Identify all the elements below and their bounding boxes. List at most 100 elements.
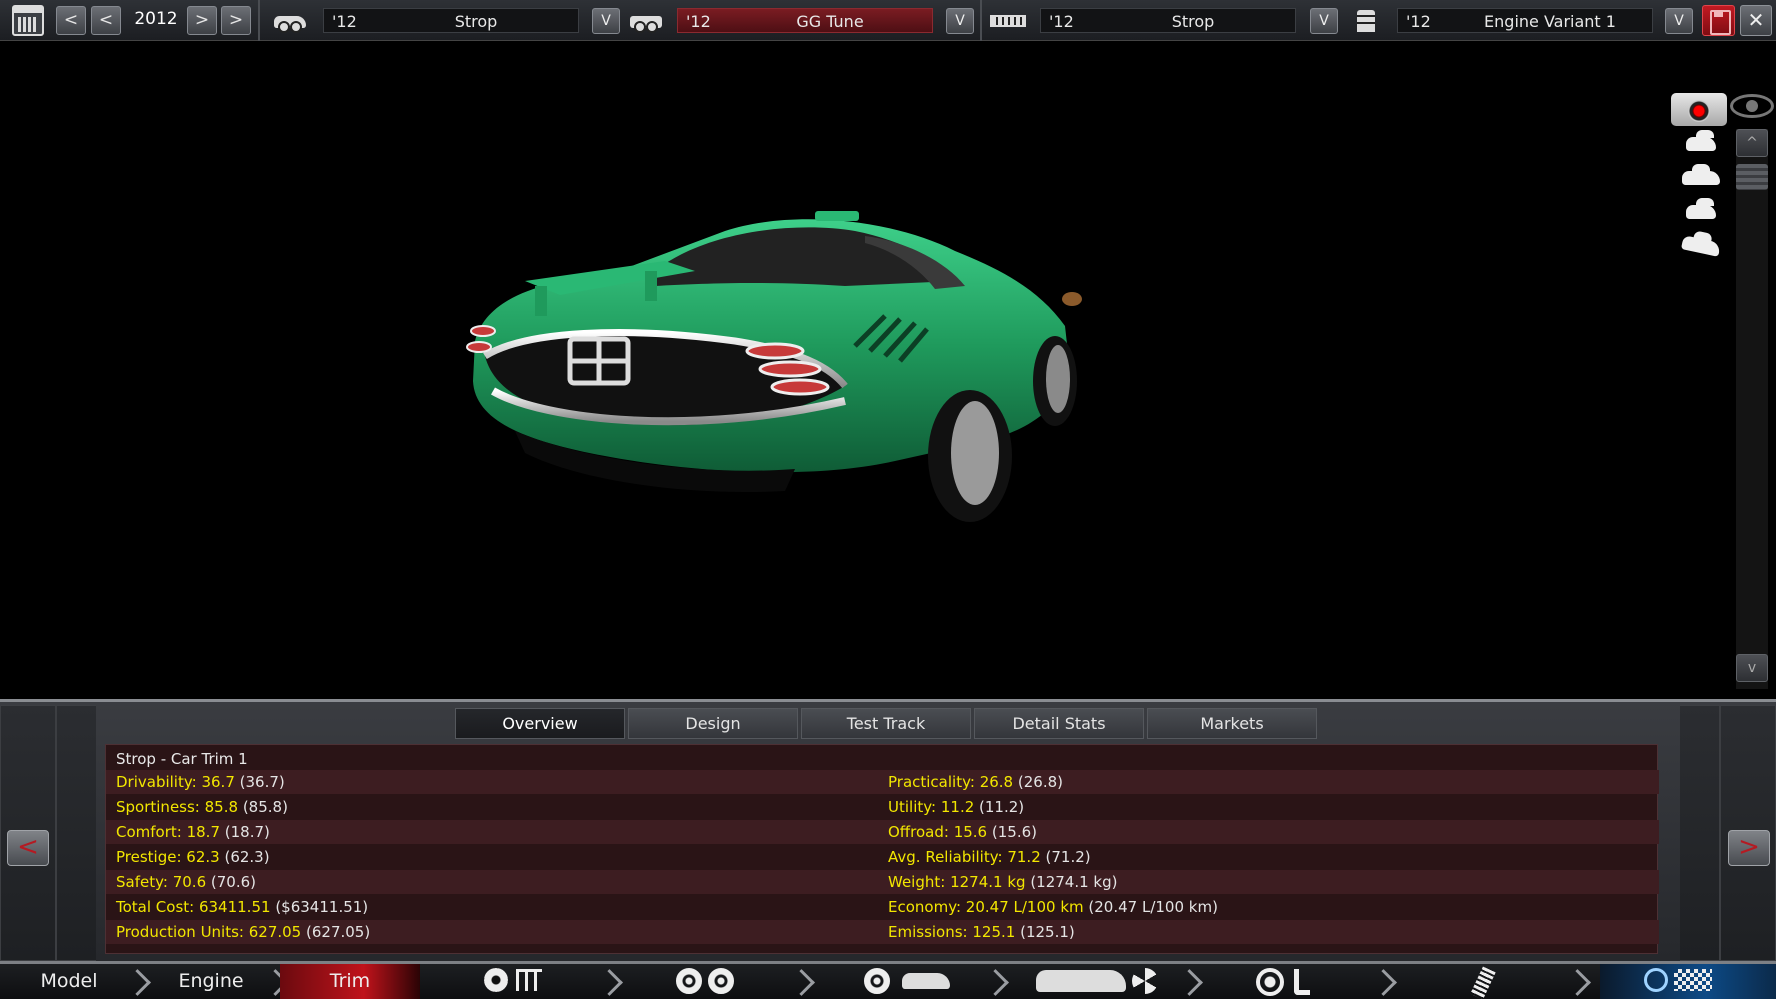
trim-selector[interactable]: '12 GG Tune: [677, 8, 933, 33]
side-view-icon[interactable]: [1676, 163, 1726, 191]
car-3d-viewport[interactable]: ^ v ✕: [0, 41, 1776, 723]
chevron-right-icon: [1180, 968, 1200, 996]
gearbox-icon: [516, 969, 542, 991]
stat-right: Emissions: 125.1 (125.1): [888, 923, 1075, 941]
stat-base-value: (20.47 L/100 km): [1088, 898, 1218, 916]
stat-right: Economy: 20.47 L/100 km (20.47 L/100 km): [888, 898, 1218, 916]
car-body-icon: [1036, 970, 1126, 992]
year-back-fast-label: <: [63, 10, 79, 30]
nav-body[interactable]: [1030, 968, 1158, 996]
nav-wheels[interactable]: [676, 968, 740, 996]
stat-base-value: (15.6): [991, 823, 1037, 841]
nav-trim[interactable]: Trim: [280, 964, 420, 999]
stat-left: Production Units: 627.05 (627.05): [116, 923, 370, 941]
nav-model[interactable]: Model: [0, 964, 138, 999]
nav-chassis[interactable]: [864, 968, 950, 996]
save-button[interactable]: [1702, 5, 1735, 36]
nav-drivetrain[interactable]: [484, 968, 542, 996]
stat-value: Sportiness: 85.8: [116, 798, 239, 816]
model-selector[interactable]: '12 Strop: [323, 8, 579, 33]
scroll-down-button[interactable]: v: [1736, 654, 1768, 682]
stat-value: Avg. Reliability: 71.2: [888, 848, 1041, 866]
arrow-right-icon: >: [1738, 832, 1760, 862]
stats-row: Prestige: 62.3 (62.3) Avg. Reliability: 7…: [106, 845, 1659, 869]
engine-variant-dropdown-button[interactable]: V: [1665, 8, 1693, 34]
toolbar-divider: [258, 0, 260, 41]
wheel-icon: [708, 968, 734, 994]
wheel-icon: [676, 968, 702, 994]
piston-icon: [1347, 8, 1383, 34]
trim-dropdown-button[interactable]: V: [946, 8, 974, 34]
engine-selector[interactable]: '12 Strop: [1040, 8, 1296, 33]
stat-left: Comfort: 18.7 (18.7): [116, 823, 270, 841]
wheel-icon: [864, 968, 890, 994]
stat-value: Drivability: 36.7: [116, 773, 235, 791]
tab-design[interactable]: Design: [628, 708, 798, 739]
tab-overview[interactable]: Overview: [455, 708, 625, 739]
stat-base-value: (85.8): [242, 798, 288, 816]
year-forward-button[interactable]: >: [187, 6, 217, 35]
stat-base-value: (26.8): [1017, 773, 1063, 791]
stat-value: Total Cost: 63411.51: [116, 898, 271, 916]
next-trim-button[interactable]: >: [1728, 830, 1770, 866]
stat-value: Safety: 70.6: [116, 873, 207, 891]
scroll-thumb[interactable]: [1736, 164, 1768, 190]
model-dropdown-button[interactable]: V: [592, 8, 620, 34]
stat-base-value: ($63411.51): [275, 898, 369, 916]
tab-markets[interactable]: Markets: [1147, 708, 1317, 739]
model-dropdown-label: V: [601, 13, 611, 29]
tab-detail-stats[interactable]: Detail Stats: [974, 708, 1144, 739]
rear-view-icon[interactable]: [1676, 197, 1726, 225]
engine-variant-year: '12: [1406, 12, 1431, 31]
previous-trim-button[interactable]: <: [7, 830, 49, 866]
trim-dropdown-label: V: [955, 13, 965, 29]
calendar-icon[interactable]: [12, 5, 44, 36]
stat-base-value: (62.3): [224, 848, 270, 866]
fan-icon: [1132, 968, 1158, 994]
perspective-view-icon[interactable]: [1676, 231, 1726, 259]
engine-variant-selector[interactable]: '12 Engine Variant 1: [1397, 8, 1653, 33]
bottom-navigation: Model Engine Trim: [0, 961, 1776, 999]
trim-year: '12: [686, 12, 711, 31]
engine-dropdown-button[interactable]: V: [1310, 8, 1338, 34]
stat-value: Production Units: 627.05: [116, 923, 302, 941]
year-back-fast-button[interactable]: <: [56, 6, 86, 35]
close-button[interactable]: ✕: [1740, 5, 1772, 36]
chevron-right-icon: [128, 968, 148, 996]
stats-row: Sportiness: 85.8 (85.8) Utility: 11.2 (11…: [106, 795, 1659, 819]
scroll-up-button[interactable]: ^: [1736, 129, 1768, 157]
year-back-button[interactable]: <: [91, 6, 121, 35]
camera-icon[interactable]: [1671, 93, 1727, 126]
gauge-icon: [1644, 968, 1668, 992]
suspension-icon: [1470, 966, 1496, 999]
view-scrollbar[interactable]: [1736, 129, 1768, 689]
stats-table: Strop - Car Trim 1 Drivability: 36.7 (36…: [105, 744, 1659, 954]
stat-base-value: (125.1): [1020, 923, 1075, 941]
nav-interior[interactable]: [1256, 968, 1310, 996]
year-forward-fast-button[interactable]: >: [221, 6, 251, 35]
engine-variant-name: Engine Variant 1: [1484, 12, 1616, 31]
steering-wheel-icon: [1256, 968, 1284, 996]
eye-icon[interactable]: [1730, 94, 1774, 118]
toolbar-divider: [980, 0, 982, 41]
stat-left: Drivability: 36.7 (36.7): [116, 773, 285, 791]
nav-testing[interactable]: [1600, 964, 1776, 999]
trim-name: GG Tune: [796, 12, 864, 31]
car-trim-icon: [628, 8, 664, 34]
stat-value: Prestige: 62.3: [116, 848, 220, 866]
tab-test-track[interactable]: Test Track: [801, 708, 971, 739]
seat-icon: [1294, 969, 1310, 995]
stats-title-row: Strop - Car Trim 1: [106, 745, 1659, 769]
engine-block-icon: [990, 8, 1026, 34]
stat-right: Utility: 11.2 (11.2): [888, 798, 1024, 816]
nav-engine[interactable]: Engine: [148, 964, 274, 999]
car-model-icon: [272, 8, 308, 34]
stats-row: Drivability: 36.7 (36.7) Practicality: 26…: [106, 770, 1659, 794]
top-toolbar: < < 2012 > > '12 Strop V '12 GG Tune V '…: [0, 0, 1776, 41]
nav-suspension[interactable]: [1470, 966, 1496, 999]
left-side-column-inner: [56, 705, 96, 961]
year-back-label: <: [98, 10, 114, 30]
front-view-icon[interactable]: [1676, 129, 1726, 157]
car-3d-model[interactable]: [465, 191, 1105, 531]
info-panel: Overview Design Test Track Detail Stats …: [0, 699, 1776, 961]
